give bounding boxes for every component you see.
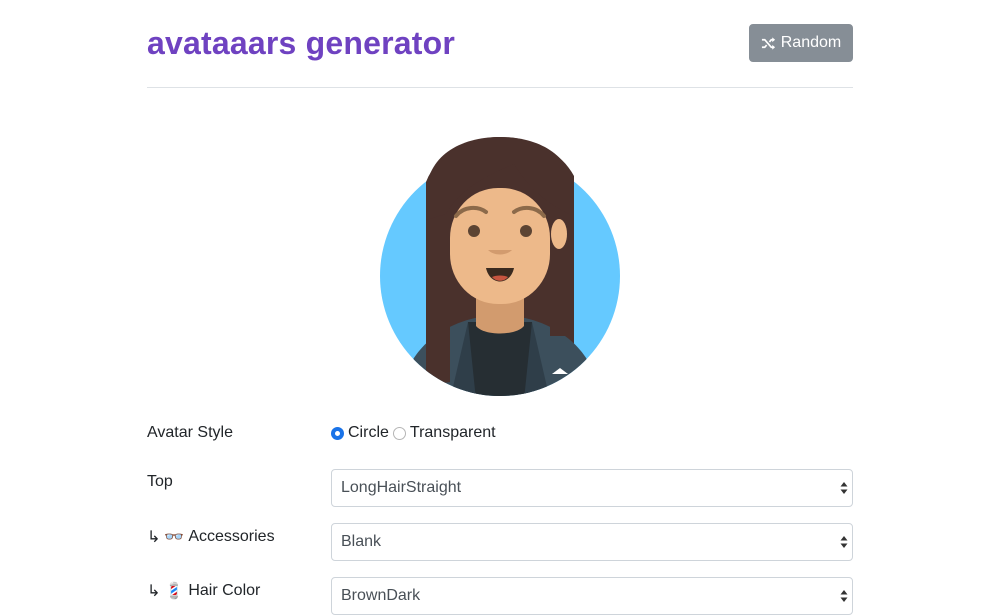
circle-radio-label[interactable]: Circle (348, 424, 389, 442)
accessories-label-group: ↳ 👓 Accessories (147, 527, 275, 547)
hair-color-label: Hair Color (188, 582, 261, 599)
accessories-row: ↳ 👓 Accessories Blank (147, 523, 853, 561)
accessories-select-value: Blank (341, 533, 382, 550)
select-arrows-icon (840, 590, 848, 602)
left-eye (468, 225, 480, 237)
avatar-preview (380, 136, 620, 400)
circle-radio[interactable] (331, 426, 344, 440)
random-button[interactable]: Random (749, 24, 853, 62)
page-title: avataaars generator (147, 25, 455, 61)
top-row: Top LongHairStraight (147, 469, 853, 507)
glasses-icon: 👓 (164, 529, 185, 546)
transparent-radio[interactable] (392, 426, 406, 440)
shirt (468, 322, 532, 396)
shuffle-icon (761, 36, 775, 50)
right-eye (520, 225, 532, 237)
page-header: avataaars generator Random (147, 0, 853, 88)
accessories-label: Accessories (188, 528, 275, 545)
select-arrows-icon (840, 536, 848, 548)
random-button-label: Random (780, 34, 842, 51)
top-label: Top (147, 473, 173, 490)
select-arrows-icon (840, 482, 848, 494)
avatar-style-label: Avatar Style (147, 424, 233, 441)
hair-color-row: ↳ 💈 Hair Color BrownDark (147, 577, 853, 615)
top-select-value: LongHairStraight (341, 479, 462, 496)
child-arrow-icon: ↳ (147, 529, 161, 546)
hair-color-select-value: BrownDark (341, 587, 421, 604)
transparent-radio-label[interactable]: Transparent (410, 424, 496, 442)
face (450, 188, 550, 304)
avatar-style-row: Avatar Style Circle Transparent (147, 424, 853, 444)
barber-pole-icon: 💈 (164, 583, 185, 600)
avatar-style-radio-group: Circle Transparent (331, 424, 500, 442)
accessories-select[interactable]: Blank (331, 523, 853, 561)
hair-color-label-group: ↳ 💈 Hair Color (147, 581, 260, 601)
hair-color-select[interactable]: BrownDark (331, 577, 853, 615)
avatar-illustration (380, 137, 620, 396)
top-select[interactable]: LongHairStraight (331, 469, 853, 507)
child-arrow-icon: ↳ (147, 583, 161, 600)
